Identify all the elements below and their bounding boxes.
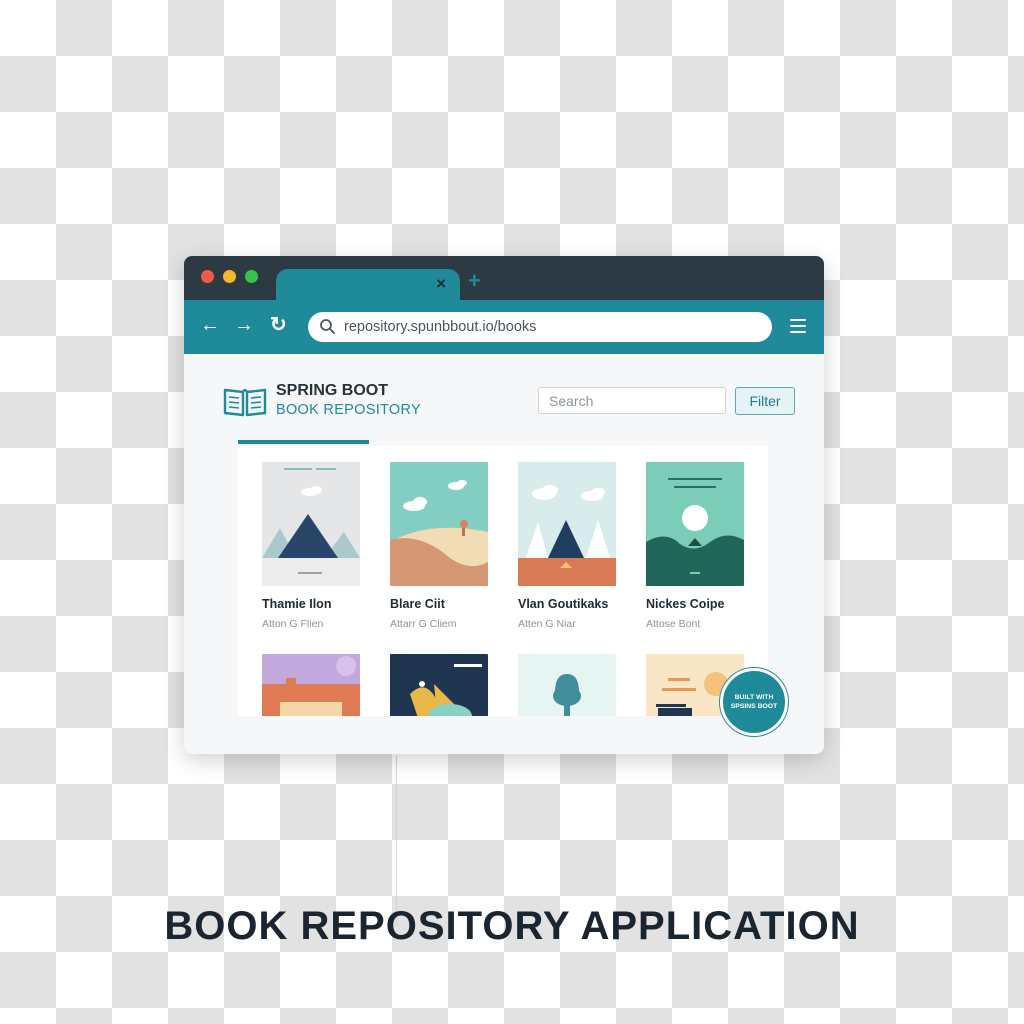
maximize-window-button[interactable] [245,270,258,283]
tab-close-icon[interactable]: × [436,275,446,293]
book-cover-image [262,462,360,586]
search-input[interactable] [538,387,726,414]
book-author: Attarr G Cliem [390,618,457,630]
minimize-window-button[interactable] [223,270,236,283]
book-cover-image [390,462,488,586]
badge-line2: SPSINS BOOT [730,703,778,710]
book-title: Thamie Ilon [262,597,332,611]
book-title: Nickes Coipe [646,597,725,611]
app-title: SPRING BOOT [276,382,389,399]
browser-window: × + ← → ↻ repository.spunbbout.io/books [184,256,824,754]
book-author: Atton G Flien [262,618,324,630]
book-cover-image [646,462,744,586]
book-title: Blare Ciit [390,597,445,611]
book-author: Attose Bont [646,618,701,630]
book-cover-image [390,654,488,716]
close-window-button[interactable] [201,270,214,283]
open-book-icon [223,388,267,417]
reload-icon[interactable]: ↻ [270,312,287,338]
built-with-badge: BUILT WITH SPSINS BOOT [720,668,788,736]
book-author: Atten G Niar [518,618,576,630]
book-cover-image [518,654,616,716]
forward-arrow-icon[interactable]: → [234,312,254,338]
book-grid: Thamie Ilon Atton G Flien Blare Ciit Att… [238,446,768,716]
book-title: Vlan Goutikaks [518,597,609,611]
navigation-bar: ← → ↻ repository.spunbbout.io/books [184,300,824,354]
filter-button[interactable]: Filter [735,387,795,415]
book-cover-image [262,654,360,716]
page-caption: BOOK REPOSITORY APPLICATION [164,904,860,948]
book-cover-image [518,462,616,586]
hamburger-menu-icon[interactable] [790,319,806,333]
url-text: repository.spunbbout.io/books [344,319,537,335]
title-bar: × + [184,256,824,300]
address-bar[interactable]: repository.spunbbout.io/books [308,312,772,342]
new-tab-icon[interactable]: + [468,270,481,292]
badge-line1: BUILT WITH [734,694,774,701]
back-arrow-icon[interactable]: ← [200,312,220,338]
app-subtitle: BOOK REPOSITORY [276,402,421,418]
browser-tab[interactable]: × [276,269,460,300]
guide-line [396,756,397,926]
search-icon [320,319,335,334]
active-tab-indicator [238,440,369,444]
